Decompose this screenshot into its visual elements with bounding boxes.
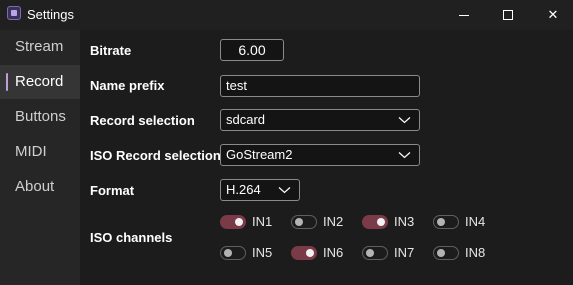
name-prefix-input[interactable]: test [220,75,420,97]
record-settings-panel: Bitrate 6.00 Name prefix test Record sel… [80,30,573,285]
chevron-down-icon [398,117,411,124]
iso-channel-toggle-in4[interactable] [433,215,459,229]
close-button[interactable]: ✕ [530,0,573,30]
iso-channels-label: ISO channels [90,230,173,245]
toggle-knob [235,218,243,226]
iso-channel-toggle-in3[interactable] [362,215,388,229]
sidebar-item-record[interactable]: Record [0,65,80,99]
format-dropdown[interactable]: H.264 [220,179,300,201]
chevron-down-icon [278,187,291,194]
iso-record-selection-label: ISO Record selection [90,148,221,163]
iso-record-selection-dropdown[interactable]: GoStream2 [220,144,420,166]
iso-channel-label: IN7 [394,245,415,260]
toggle-knob [224,249,232,257]
iso-channel-toggle-in7[interactable] [362,246,388,260]
sidebar-item-label: About [15,178,55,195]
sidebar-item-buttons[interactable]: Buttons [0,100,80,134]
iso-channel-toggle-in5[interactable] [220,246,246,260]
minimize-button[interactable] [441,0,487,30]
iso-channel-label: IN3 [394,214,415,229]
iso-channel-label: IN8 [465,245,486,260]
toggle-knob [377,218,385,226]
format-label: Format [90,183,135,198]
record-selection-label: Record selection [90,113,195,128]
sidebar-item-label: Buttons [15,108,66,125]
sidebar-item-midi[interactable]: MIDI [0,135,80,169]
settings-app-icon [7,6,21,20]
format-value: H.264 [226,182,261,197]
maximize-button[interactable] [485,0,531,30]
chevron-down-icon [398,152,411,159]
iso-channel-label: IN6 [323,245,344,260]
toggle-knob [295,218,303,226]
iso-record-selection-value: GoStream2 [226,147,293,162]
iso-channel-label: IN1 [252,214,273,229]
iso-channel-label: IN5 [252,245,273,260]
iso-channel-label: IN4 [465,214,486,229]
toggle-knob [437,249,445,257]
sidebar-item-about[interactable]: About [0,170,80,204]
window-title: Settings [27,7,74,22]
minimize-icon [459,14,469,16]
bitrate-label: Bitrate [90,43,132,58]
record-selection-value: sdcard [226,112,266,127]
sidebar-item-label: MIDI [15,143,47,160]
bitrate-input[interactable]: 6.00 [220,39,284,61]
iso-channel-toggle-in8[interactable] [433,246,459,260]
sidebar-item-label: Stream [15,38,64,55]
iso-channel-toggle-in1[interactable] [220,215,246,229]
sidebar-item-stream[interactable]: Stream [0,30,80,64]
toggle-knob [306,249,314,257]
title-bar: Settings ✕ [0,0,573,30]
toggle-knob [366,249,374,257]
iso-channel-toggle-in2[interactable] [291,215,317,229]
sidebar-item-label: Record [15,73,64,90]
name-prefix-label: Name prefix [90,78,165,93]
maximize-icon [503,10,513,20]
iso-channel-label: IN2 [323,214,344,229]
close-icon: ✕ [547,7,559,22]
iso-channel-toggle-in6[interactable] [291,246,317,260]
sidebar: Stream Record Buttons MIDI About [0,30,80,285]
record-selection-dropdown[interactable]: sdcard [220,109,420,131]
toggle-knob [437,218,445,226]
